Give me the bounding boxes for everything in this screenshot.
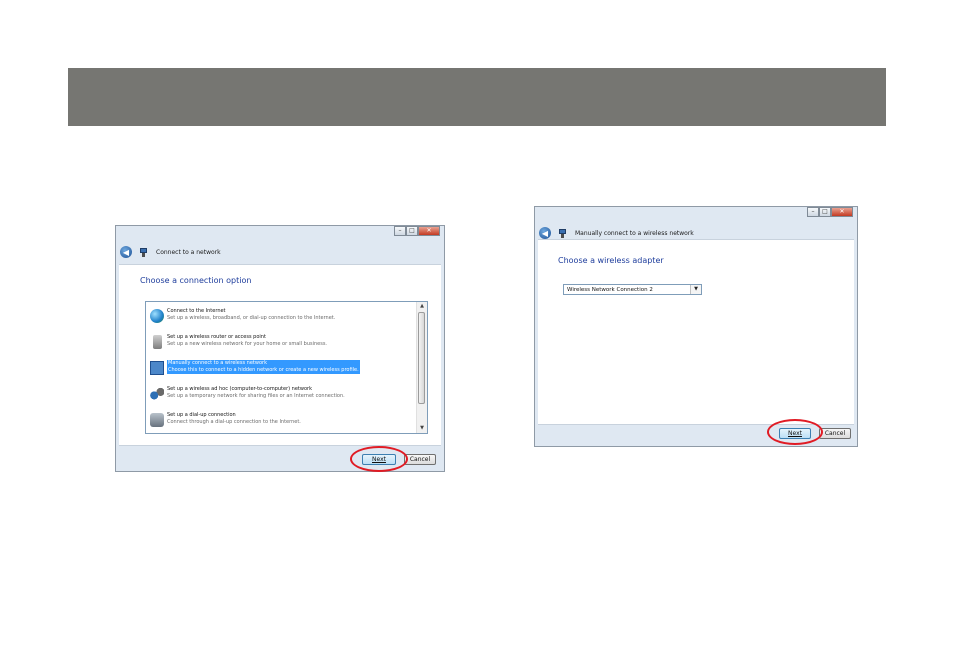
option-title: Set up a wireless ad hoc (computer-to-co… bbox=[167, 386, 312, 392]
window-navbar: ◀ Manually connect to a wireless network bbox=[539, 226, 853, 240]
cancel-button[interactable]: Cancel bbox=[404, 454, 436, 465]
header-banner bbox=[68, 68, 886, 126]
option-title: Manually connect to a wireless network bbox=[168, 360, 267, 366]
option-title: Connect to the Internet bbox=[167, 308, 226, 314]
option-connect-internet[interactable]: Connect to the Internet Set up a wireles… bbox=[150, 307, 418, 327]
scroll-down-icon[interactable]: ▼ bbox=[417, 424, 427, 433]
minimize-button[interactable]: – bbox=[394, 226, 406, 236]
connect-to-network-window: – □ ✕ ◀ Connect to a network Choose a co… bbox=[115, 225, 445, 472]
network-icon bbox=[558, 228, 567, 238]
window-title: Connect to a network bbox=[156, 248, 221, 256]
list-scrollbar[interactable]: ▲ ▼ bbox=[416, 302, 427, 433]
maximize-button[interactable]: □ bbox=[406, 226, 418, 236]
window-controls: – □ ✕ bbox=[394, 226, 440, 236]
option-desc: Set up a wireless, broadband, or dial-up… bbox=[167, 315, 336, 321]
option-setup-router[interactable]: Set up a wireless router or access point… bbox=[150, 333, 418, 353]
close-button[interactable]: ✕ bbox=[418, 226, 440, 236]
cancel-button[interactable]: Cancel bbox=[819, 428, 851, 439]
window-content: Choose a connection option Connect to th… bbox=[119, 264, 441, 446]
highlight-ring bbox=[350, 446, 408, 472]
globe-icon bbox=[150, 309, 164, 323]
option-title: Set up a wireless router or access point bbox=[167, 334, 266, 340]
option-desc: Set up a new wireless network for your h… bbox=[167, 341, 328, 347]
option-desc: Set up a temporary network for sharing f… bbox=[167, 393, 345, 399]
option-title: Set up a dial-up connection bbox=[167, 412, 236, 418]
close-button[interactable]: ✕ bbox=[831, 207, 853, 217]
phone-icon bbox=[150, 413, 164, 427]
network-icon bbox=[139, 247, 148, 257]
window-controls: – □ ✕ bbox=[807, 207, 853, 217]
back-arrow-icon[interactable]: ◀ bbox=[539, 227, 551, 239]
option-adhoc-network[interactable]: Set up a wireless ad hoc (computer-to-co… bbox=[150, 385, 418, 405]
manual-wireless-window: – □ ✕ ◀ Manually connect to a wireless n… bbox=[534, 206, 858, 447]
scroll-up-icon[interactable]: ▲ bbox=[417, 302, 427, 311]
chevron-down-icon[interactable]: ▼ bbox=[690, 285, 701, 294]
router-icon bbox=[153, 335, 162, 349]
scroll-thumb[interactable] bbox=[418, 312, 425, 404]
cancel-label: Cancel bbox=[409, 456, 431, 463]
page-heading: Choose a connection option bbox=[140, 276, 252, 285]
option-dialup[interactable]: Set up a dial-up connection Connect thro… bbox=[150, 411, 418, 431]
option-desc: Choose this to connect to a hidden netwo… bbox=[168, 367, 359, 373]
minimize-button[interactable]: – bbox=[807, 207, 819, 217]
option-desc: Connect through a dial-up connection to … bbox=[167, 419, 301, 425]
connection-options-list[interactable]: Connect to the Internet Set up a wireles… bbox=[145, 301, 428, 434]
window-navbar: ◀ Connect to a network bbox=[120, 245, 440, 259]
option-manual-wireless[interactable]: Manually connect to a wireless network C… bbox=[150, 359, 418, 379]
maximize-button[interactable]: □ bbox=[819, 207, 831, 217]
back-arrow-icon[interactable]: ◀ bbox=[120, 246, 132, 258]
cancel-label: Cancel bbox=[824, 430, 846, 437]
window-content: Choose a wireless adapter Wireless Netwo… bbox=[538, 239, 854, 425]
window-title: Manually connect to a wireless network bbox=[575, 229, 694, 237]
monitor-network-icon bbox=[150, 361, 164, 375]
page-heading: Choose a wireless adapter bbox=[558, 256, 664, 265]
adapter-select[interactable]: Wireless Network Connection 2 ▼ bbox=[563, 284, 702, 295]
adhoc-network-icon bbox=[150, 387, 164, 401]
highlight-ring bbox=[767, 419, 823, 445]
adapter-select-value: Wireless Network Connection 2 bbox=[567, 287, 653, 293]
